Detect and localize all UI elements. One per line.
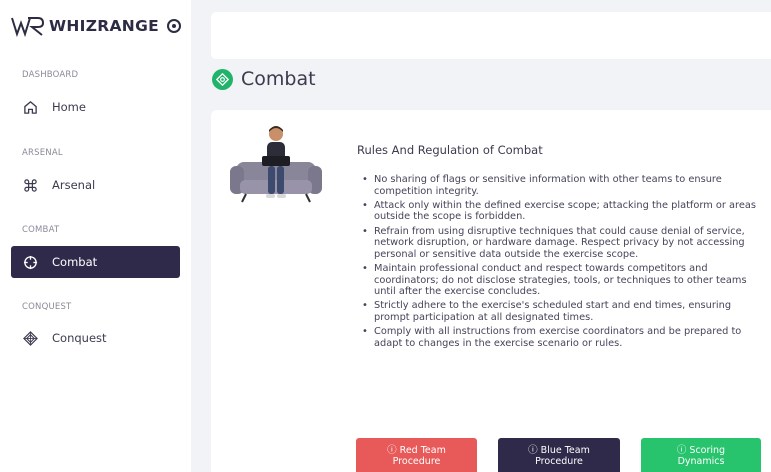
cube-icon (22, 330, 38, 346)
section-label-combat: COMBAT (22, 225, 60, 235)
top-bar (211, 12, 771, 59)
person-on-sofa-illustration (230, 126, 322, 203)
list-item: Refrain from using disruptive techniques… (354, 226, 769, 261)
rules-heading: Rules And Regulation of Combat (357, 143, 543, 157)
button-label-line1: ⓘ Scoring (676, 445, 726, 456)
list-item: Attack only within the defined exercise … (354, 200, 769, 223)
sidebar-item-conquest[interactable]: Conquest (11, 322, 180, 354)
red-team-procedure-button[interactable]: ⓘ Red Team Procedure (356, 438, 477, 472)
list-item: No sharing of flags or sensitive informa… (354, 174, 769, 197)
button-label-line1: ⓘ Red Team (387, 445, 446, 456)
button-label-line1: ⓘ Blue Team (528, 445, 590, 456)
brand-logo[interactable]: WHIZRANGE (11, 14, 181, 38)
section-label-arsenal: ARSENAL (22, 148, 63, 158)
sidebar-item-combat[interactable]: Combat (11, 246, 180, 278)
section-label-conquest: CONQUEST (22, 302, 72, 312)
sidebar-item-label: Arsenal (52, 178, 96, 192)
page-title-text: Combat (241, 68, 316, 90)
list-item: Strictly adhere to the exercise's schedu… (354, 300, 769, 323)
sidebar-item-label: Conquest (52, 331, 107, 345)
scoring-dynamics-button[interactable]: ⓘ Scoring Dynamics (641, 438, 761, 472)
blue-team-procedure-button[interactable]: ⓘ Blue Team Procedure (498, 438, 620, 472)
list-item: Maintain professional conduct and respec… (354, 263, 769, 298)
rules-card: Rules And Regulation of Combat No sharin… (211, 110, 771, 472)
crosshair-icon (22, 254, 38, 270)
command-icon (22, 177, 38, 193)
sidebar-item-arsenal[interactable]: Arsenal (11, 169, 180, 201)
sidebar-item-label: Home (52, 100, 86, 114)
sidebar-item-home[interactable]: Home (11, 91, 180, 123)
brand-name: WHIZRANGE (49, 17, 159, 35)
wr-logo-icon (11, 17, 45, 37)
list-item: Comply with all instructions from exerci… (354, 326, 769, 349)
crosshair-icon (212, 68, 233, 90)
sidebar: WHIZRANGE DASHBOARD Home ARSENAL Arsenal… (0, 0, 191, 472)
sidebar-item-label: Combat (52, 255, 98, 269)
target-icon (167, 19, 181, 33)
button-label-line2: Dynamics (677, 455, 725, 467)
home-icon (22, 99, 38, 115)
button-label-line2: Procedure (392, 455, 441, 467)
button-label-line2: Procedure (535, 455, 583, 467)
section-label-dashboard: DASHBOARD (22, 70, 79, 80)
rules-list: No sharing of flags or sensitive informa… (354, 174, 769, 352)
page-title: Combat (212, 68, 316, 90)
